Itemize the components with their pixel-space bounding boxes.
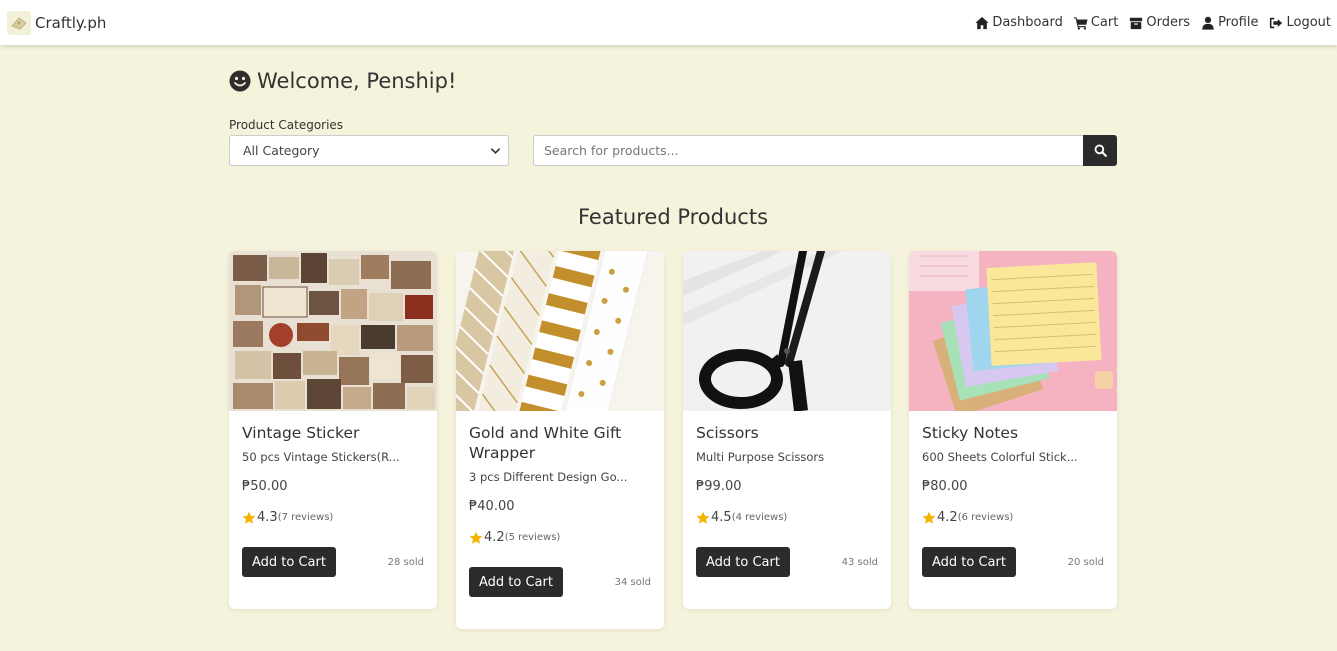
brand-name: Craftly.ph <box>35 13 107 32</box>
product-name[interactable]: Scissors <box>696 423 878 443</box>
star-icon <box>469 531 483 544</box>
nav-profile-label: Profile <box>1218 15 1259 30</box>
product-price: ₱40.00 <box>469 499 515 514</box>
cart-icon <box>1073 16 1088 30</box>
star-icon <box>696 511 710 524</box>
review-count: (5 reviews) <box>504 532 561 543</box>
rating-value: 4.2 <box>484 530 505 545</box>
search-icon <box>1094 144 1107 157</box>
add-to-cart-button[interactable]: Add to Cart <box>696 547 790 577</box>
logout-icon <box>1270 17 1283 28</box>
box-icon <box>1130 17 1143 29</box>
search-placeholder: Search for products... <box>544 143 679 158</box>
product-name[interactable]: Sticky Notes <box>922 423 1104 443</box>
product-name[interactable]: Gold and White Gift Wrapper <box>469 423 651 463</box>
product-image-sticky-notes[interactable] <box>909 251 1117 411</box>
add-to-cart-button[interactable]: Add to Cart <box>242 547 336 577</box>
nav-logout[interactable]: Logout <box>1269 15 1331 30</box>
nav-logout-label: Logout <box>1286 15 1331 30</box>
featured-products-title: Featured Products <box>577 205 769 229</box>
card-footer: Add to Cart 34 sold <box>469 567 651 629</box>
user-icon <box>1202 16 1214 30</box>
card-footer: Add to Cart 20 sold <box>922 547 1104 609</box>
nav-orders-label: Orders <box>1146 15 1191 30</box>
brand[interactable]: Craftly.ph <box>7 10 107 35</box>
product-card[interactable]: Scissors Multi Purpose Scissors ₱99.00 4… <box>683 251 891 609</box>
card-body: Sticky Notes 600 Sheets Colorful Stick..… <box>909 411 1117 609</box>
nav-dashboard[interactable]: Dashboard <box>975 15 1063 30</box>
sold-count: 20 sold <box>1067 556 1104 568</box>
product-rating: 4.5 (4 reviews) <box>696 510 878 525</box>
product-image-gift-wrapper[interactable] <box>456 251 664 411</box>
product-card[interactable]: Vintage Sticker 50 pcs Vintage Stickers(… <box>229 251 437 609</box>
search-input[interactable]: Search for products... <box>533 135 1084 166</box>
product-description: 600 Sheets Colorful Stick... <box>922 450 1078 464</box>
search-button[interactable] <box>1083 135 1117 166</box>
nav-links: Dashboard Cart Orders Profile Logout <box>975 15 1331 30</box>
review-count: (7 reviews) <box>277 512 334 523</box>
nav-orders[interactable]: Orders <box>1129 15 1190 30</box>
nav-cart[interactable]: Cart <box>1073 15 1119 30</box>
product-description: Multi Purpose Scissors <box>696 450 825 464</box>
nav-cart-label: Cart <box>1090 15 1119 30</box>
product-price: ₱80.00 <box>922 479 968 494</box>
product-description: 3 pcs Different Design Go... <box>469 470 628 484</box>
product-image-vintage-sticker[interactable] <box>229 251 437 411</box>
product-name[interactable]: Vintage Sticker <box>242 423 424 443</box>
sold-count: 28 sold <box>387 556 424 568</box>
product-card[interactable]: Sticky Notes 600 Sheets Colorful Stick..… <box>909 251 1117 609</box>
smile-icon <box>229 70 251 92</box>
product-card[interactable]: Gold and White Gift Wrapper 3 pcs Differ… <box>456 251 664 629</box>
sold-count: 43 sold <box>841 556 878 568</box>
category-selected-value: All Category <box>243 143 320 158</box>
home-icon <box>975 16 989 29</box>
category-label: Product Categories <box>229 118 344 132</box>
product-rating: 4.2 (6 reviews) <box>922 510 1104 525</box>
card-body: Scissors Multi Purpose Scissors ₱99.00 4… <box>683 411 891 609</box>
star-icon <box>242 511 256 524</box>
review-count: (6 reviews) <box>957 512 1014 523</box>
card-footer: Add to Cart 28 sold <box>242 547 424 609</box>
card-body: Gold and White Gift Wrapper 3 pcs Differ… <box>456 411 664 629</box>
product-description: 50 pcs Vintage Stickers(R... <box>242 450 400 464</box>
add-to-cart-button[interactable]: Add to Cart <box>922 547 1016 577</box>
add-to-cart-button[interactable]: Add to Cart <box>469 567 563 597</box>
product-rating: 4.3 (7 reviews) <box>242 510 424 525</box>
product-price: ₱99.00 <box>696 479 742 494</box>
review-count: (4 reviews) <box>731 512 788 523</box>
chevron-down-icon <box>490 148 501 154</box>
star-icon <box>922 511 936 524</box>
welcome-text: Welcome, Penship! <box>257 69 457 93</box>
rating-value: 4.5 <box>711 510 732 525</box>
card-body: Vintage Sticker 50 pcs Vintage Stickers(… <box>229 411 437 609</box>
product-price: ₱50.00 <box>242 479 288 494</box>
rating-value: 4.3 <box>257 510 278 525</box>
category-select[interactable]: All Category <box>229 135 509 166</box>
sold-count: 34 sold <box>614 576 651 588</box>
nav-dashboard-label: Dashboard <box>992 15 1063 30</box>
brand-logo-icon <box>7 10 31 35</box>
card-footer: Add to Cart 43 sold <box>696 547 878 609</box>
navbar: Craftly.ph Dashboard Cart Orders Profile… <box>0 0 1337 45</box>
product-image-scissors[interactable] <box>683 251 891 411</box>
nav-profile[interactable]: Profile <box>1201 15 1258 30</box>
welcome-heading: Welcome, Penship! <box>229 69 456 93</box>
rating-value: 4.2 <box>937 510 958 525</box>
product-rating: 4.2 (5 reviews) <box>469 530 651 545</box>
